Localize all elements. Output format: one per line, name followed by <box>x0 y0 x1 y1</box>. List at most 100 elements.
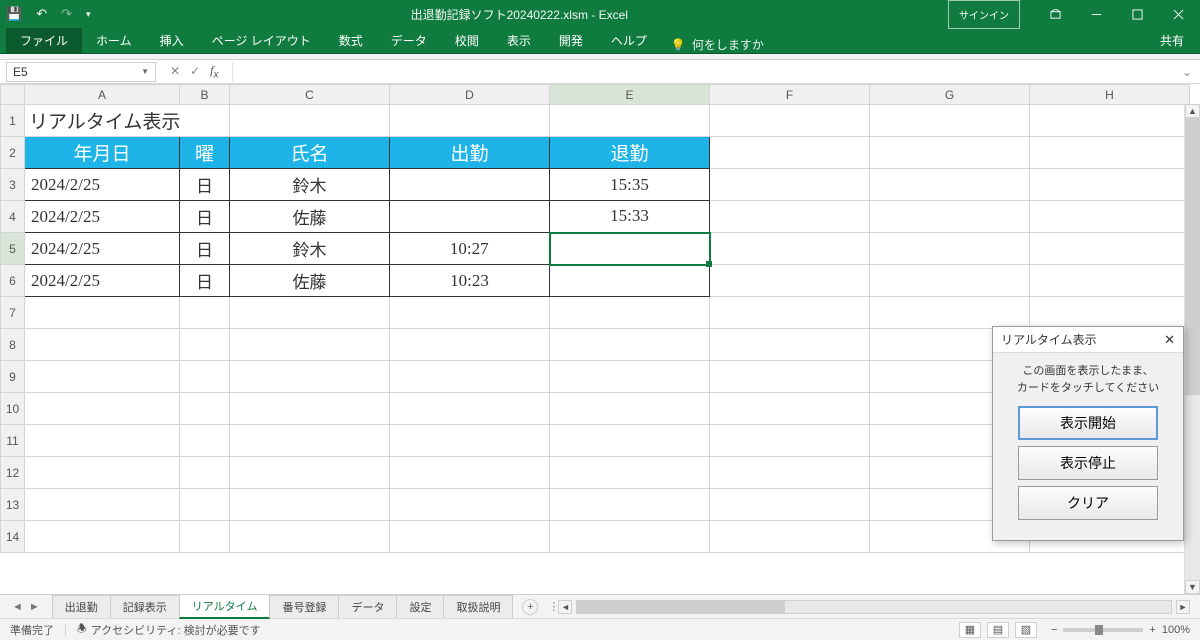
share-button[interactable]: 共有 <box>1150 28 1194 53</box>
row-header-6[interactable]: 6 <box>1 265 25 297</box>
cell-C7[interactable] <box>230 297 390 329</box>
sheet-tab-6[interactable]: 取扱説明 <box>443 595 513 618</box>
cell-C9[interactable] <box>230 361 390 393</box>
formula-input[interactable] <box>232 62 1162 82</box>
tab-formulas[interactable]: 数式 <box>325 28 377 53</box>
cell-H7[interactable] <box>1030 297 1190 329</box>
cell-F14[interactable] <box>710 521 870 553</box>
cell-B12[interactable] <box>180 457 230 489</box>
cell-F13[interactable] <box>710 489 870 521</box>
cell-B8[interactable] <box>180 329 230 361</box>
tab-file[interactable]: ファイル <box>6 28 82 53</box>
cell-F2[interactable] <box>710 137 870 169</box>
sign-in-button[interactable]: サインイン <box>948 0 1020 29</box>
cell-C8[interactable] <box>230 329 390 361</box>
zoom-value[interactable]: 100% <box>1162 624 1190 636</box>
scroll-down-icon[interactable]: ▼ <box>1185 580 1200 594</box>
cell-F12[interactable] <box>710 457 870 489</box>
cell-D1[interactable] <box>390 105 550 137</box>
cell-F1[interactable] <box>710 105 870 137</box>
cell-A11[interactable] <box>25 425 180 457</box>
cell-H3[interactable] <box>1030 169 1190 201</box>
cell-E12[interactable] <box>550 457 710 489</box>
cell-B7[interactable] <box>180 297 230 329</box>
cell-A12[interactable] <box>25 457 180 489</box>
cell-H1[interactable] <box>1030 105 1190 137</box>
row-header-2[interactable]: 2 <box>1 137 25 169</box>
clear-button[interactable]: クリア <box>1018 486 1158 520</box>
cell-D3[interactable] <box>390 169 550 201</box>
cell-D5[interactable]: 10:27 <box>390 233 550 265</box>
accessibility-status[interactable]: アクセシビリティ: 検討が必要です <box>91 622 261 638</box>
col-header-H[interactable]: H <box>1030 85 1190 105</box>
cell-A7[interactable] <box>25 297 180 329</box>
cell-F11[interactable] <box>710 425 870 457</box>
dialog-titlebar[interactable]: リアルタイム表示 ✕ <box>993 327 1183 353</box>
col-header-B[interactable]: B <box>180 85 230 105</box>
cell-A2[interactable]: 年月日 <box>25 137 180 169</box>
stop-display-button[interactable]: 表示停止 <box>1018 446 1158 480</box>
cell-E8[interactable] <box>550 329 710 361</box>
cell-G6[interactable] <box>870 265 1030 297</box>
sheet-tab-2[interactable]: リアルタイム <box>179 594 271 619</box>
cell-D8[interactable] <box>390 329 550 361</box>
cell-B9[interactable] <box>180 361 230 393</box>
tab-review[interactable]: 校閲 <box>441 28 493 53</box>
zoom-out-icon[interactable]: − <box>1051 624 1057 636</box>
col-header-G[interactable]: G <box>870 85 1030 105</box>
horizontal-scrollbar[interactable]: ⋮ ◄ ► <box>548 600 1190 614</box>
cell-E6[interactable] <box>550 265 710 297</box>
col-header-E[interactable]: E <box>550 85 710 105</box>
cell-E11[interactable] <box>550 425 710 457</box>
tab-view[interactable]: 表示 <box>493 28 545 53</box>
minimize-icon[interactable] <box>1081 3 1112 26</box>
scroll-up-icon[interactable]: ▲ <box>1185 104 1200 118</box>
cell-E1[interactable] <box>550 105 710 137</box>
cell-A1[interactable]: リアルタイム表示 <box>25 105 230 137</box>
cell-A10[interactable] <box>25 393 180 425</box>
cell-B5[interactable]: 日 <box>180 233 230 265</box>
cell-C13[interactable] <box>230 489 390 521</box>
maximize-icon[interactable] <box>1122 3 1153 26</box>
row-header-4[interactable]: 4 <box>1 201 25 233</box>
start-display-button[interactable]: 表示開始 <box>1018 406 1158 440</box>
cell-C5[interactable]: 鈴木 <box>230 233 390 265</box>
cell-G1[interactable] <box>870 105 1030 137</box>
vscroll-thumb[interactable] <box>1185 118 1200 395</box>
cell-D14[interactable] <box>390 521 550 553</box>
col-header-F[interactable]: F <box>710 85 870 105</box>
cell-B6[interactable]: 日 <box>180 265 230 297</box>
cell-A3[interactable]: 2024/2/25 <box>25 169 180 201</box>
cell-F3[interactable] <box>710 169 870 201</box>
row-header-10[interactable]: 10 <box>1 393 25 425</box>
cell-F5[interactable] <box>710 233 870 265</box>
cell-B10[interactable] <box>180 393 230 425</box>
cell-B3[interactable]: 日 <box>180 169 230 201</box>
tab-data[interactable]: データ <box>377 28 441 53</box>
zoom-in-icon[interactable]: + <box>1149 624 1155 636</box>
cell-A8[interactable] <box>25 329 180 361</box>
cell-A13[interactable] <box>25 489 180 521</box>
cell-A6[interactable]: 2024/2/25 <box>25 265 180 297</box>
cell-F10[interactable] <box>710 393 870 425</box>
cell-F8[interactable] <box>710 329 870 361</box>
cell-D9[interactable] <box>390 361 550 393</box>
cell-F4[interactable] <box>710 201 870 233</box>
cell-D7[interactable] <box>390 297 550 329</box>
cell-E7[interactable] <box>550 297 710 329</box>
row-header-1[interactable]: 1 <box>1 105 25 137</box>
cell-A4[interactable]: 2024/2/25 <box>25 201 180 233</box>
cell-D6[interactable]: 10:23 <box>390 265 550 297</box>
tab-home[interactable]: ホーム <box>82 28 146 53</box>
zoom-slider[interactable] <box>1063 628 1143 632</box>
row-header-11[interactable]: 11 <box>1 425 25 457</box>
cell-G4[interactable] <box>870 201 1030 233</box>
row-header-8[interactable]: 8 <box>1 329 25 361</box>
scroll-right-icon[interactable]: ► <box>1176 600 1190 614</box>
cell-C10[interactable] <box>230 393 390 425</box>
name-box[interactable]: E5 ▼ <box>6 62 156 82</box>
row-header-13[interactable]: 13 <box>1 489 25 521</box>
cell-C2[interactable]: 氏名 <box>230 137 390 169</box>
row-header-7[interactable]: 7 <box>1 297 25 329</box>
sheet-prev-icon[interactable]: ◄ <box>12 601 23 613</box>
